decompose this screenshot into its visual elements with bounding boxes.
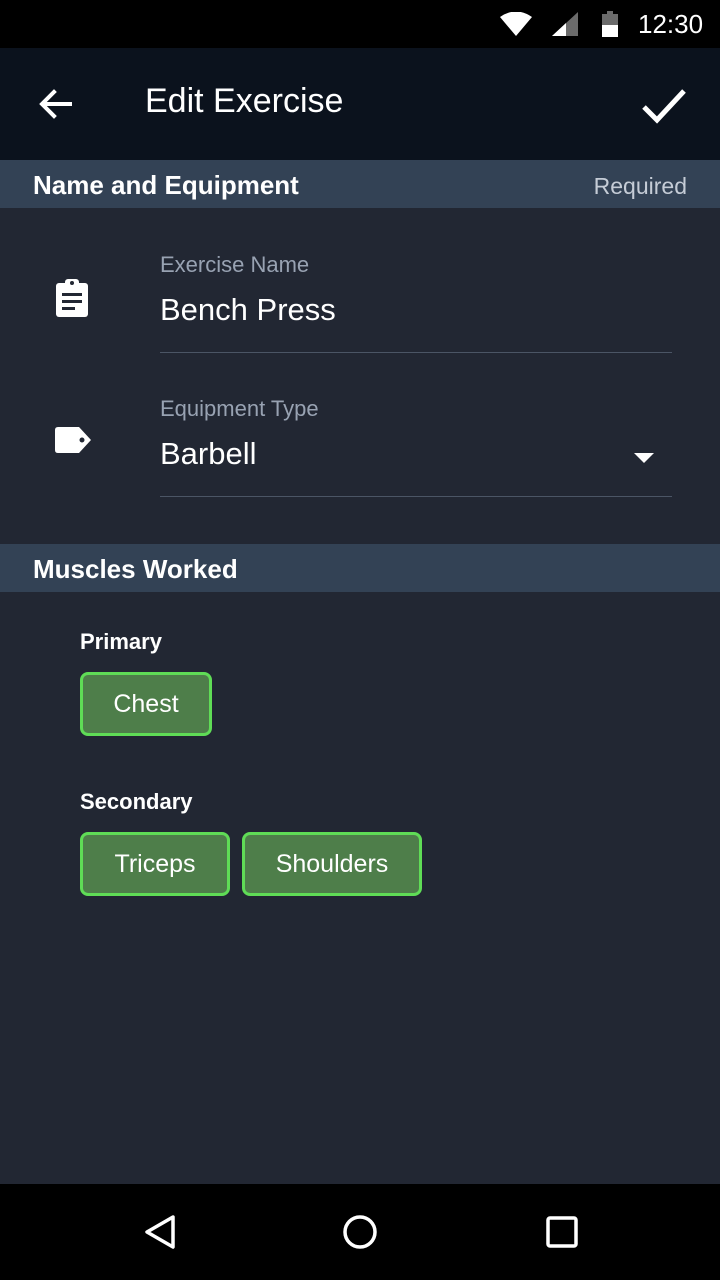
home-circle-icon[interactable] xyxy=(336,1208,384,1256)
muscle-chip-chest[interactable]: Chest xyxy=(80,672,212,736)
secondary-muscles-label: Secondary xyxy=(80,789,193,814)
recents-square-icon[interactable] xyxy=(538,1208,586,1256)
cellular-signal-icon xyxy=(552,12,578,41)
equipment-type-label: Equipment Type xyxy=(160,396,319,421)
clipboard-icon xyxy=(52,278,92,318)
muscle-chip-triceps[interactable]: Triceps xyxy=(80,832,230,896)
section-header-name-equipment: Name and Equipment Required xyxy=(0,160,720,208)
checkmark-icon[interactable] xyxy=(636,78,692,134)
arrow-back-icon[interactable] xyxy=(34,82,78,126)
section-title: Muscles Worked xyxy=(33,554,238,584)
equipment-type-underline xyxy=(160,496,672,497)
exercise-name-field[interactable]: Exercise Name Bench Press xyxy=(0,208,720,353)
section-header-muscles: Muscles Worked xyxy=(0,544,720,592)
back-triangle-icon[interactable] xyxy=(136,1208,184,1256)
page-title: Edit Exercise xyxy=(145,82,344,120)
status-time: 12:30 xyxy=(638,9,704,39)
exercise-name-label: Exercise Name xyxy=(160,252,310,277)
equipment-type-field[interactable]: Equipment Type Barbell xyxy=(0,352,720,497)
dropdown-arrow-icon[interactable] xyxy=(630,448,658,468)
equipment-type-select[interactable]: Barbell xyxy=(160,436,257,472)
muscle-chip-shoulders[interactable]: Shoulders xyxy=(242,832,422,896)
battery-icon xyxy=(602,11,618,42)
navigation-bar xyxy=(0,1184,720,1280)
section-title: Name and Equipment xyxy=(33,170,299,200)
status-bar: 12:30 xyxy=(0,0,720,48)
tag-icon xyxy=(52,420,92,460)
exercise-name-input[interactable]: Bench Press xyxy=(160,292,336,328)
wifi-icon xyxy=(500,11,532,41)
app-bar: Edit Exercise xyxy=(0,48,720,160)
primary-muscles-label: Primary xyxy=(80,629,162,654)
required-label: Required xyxy=(593,173,687,199)
